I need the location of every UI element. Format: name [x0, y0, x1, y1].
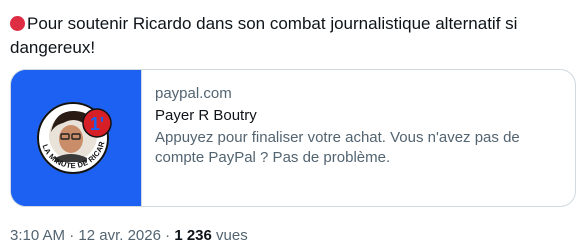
tweet: Pour soutenir Ricardo dans son combat jo…	[0, 0, 586, 250]
link-card[interactable]: 1' LA MINUTE DE RICARDO.COM paypal.com P…	[10, 69, 576, 207]
logo-badge-text: 1'	[90, 114, 104, 134]
tweet-text: Pour soutenir Ricardo dans son combat jo…	[10, 12, 570, 60]
meta-separator: ·	[69, 227, 75, 244]
meta-separator: ·	[165, 227, 171, 244]
tweet-meta: 3:10 AM · 12 avr. 2026 · 1 236 vues	[10, 226, 248, 246]
red-circle-icon	[10, 16, 25, 31]
tweet-date[interactable]: 12 avr. 2026	[78, 227, 161, 244]
card-domain: paypal.com	[155, 85, 232, 102]
ricardo-logo-icon: 1' LA MINUTE DE RICARDO.COM	[11, 70, 141, 206]
card-description: Appuyez pour finaliser votre achat. Vous…	[155, 129, 520, 166]
views-label: vues	[216, 227, 248, 244]
tweet-time[interactable]: 3:10 AM	[10, 227, 65, 244]
tweet-text-content: Pour soutenir Ricardo dans son combat jo…	[10, 14, 518, 57]
card-body[interactable]: paypal.com Payer R Boutry Appuyez pour f…	[142, 70, 569, 206]
card-thumbnail[interactable]: 1' LA MINUTE DE RICARDO.COM	[11, 70, 142, 206]
card-title: Payer R Boutry	[155, 107, 257, 124]
views-count: 1 236	[174, 227, 212, 244]
